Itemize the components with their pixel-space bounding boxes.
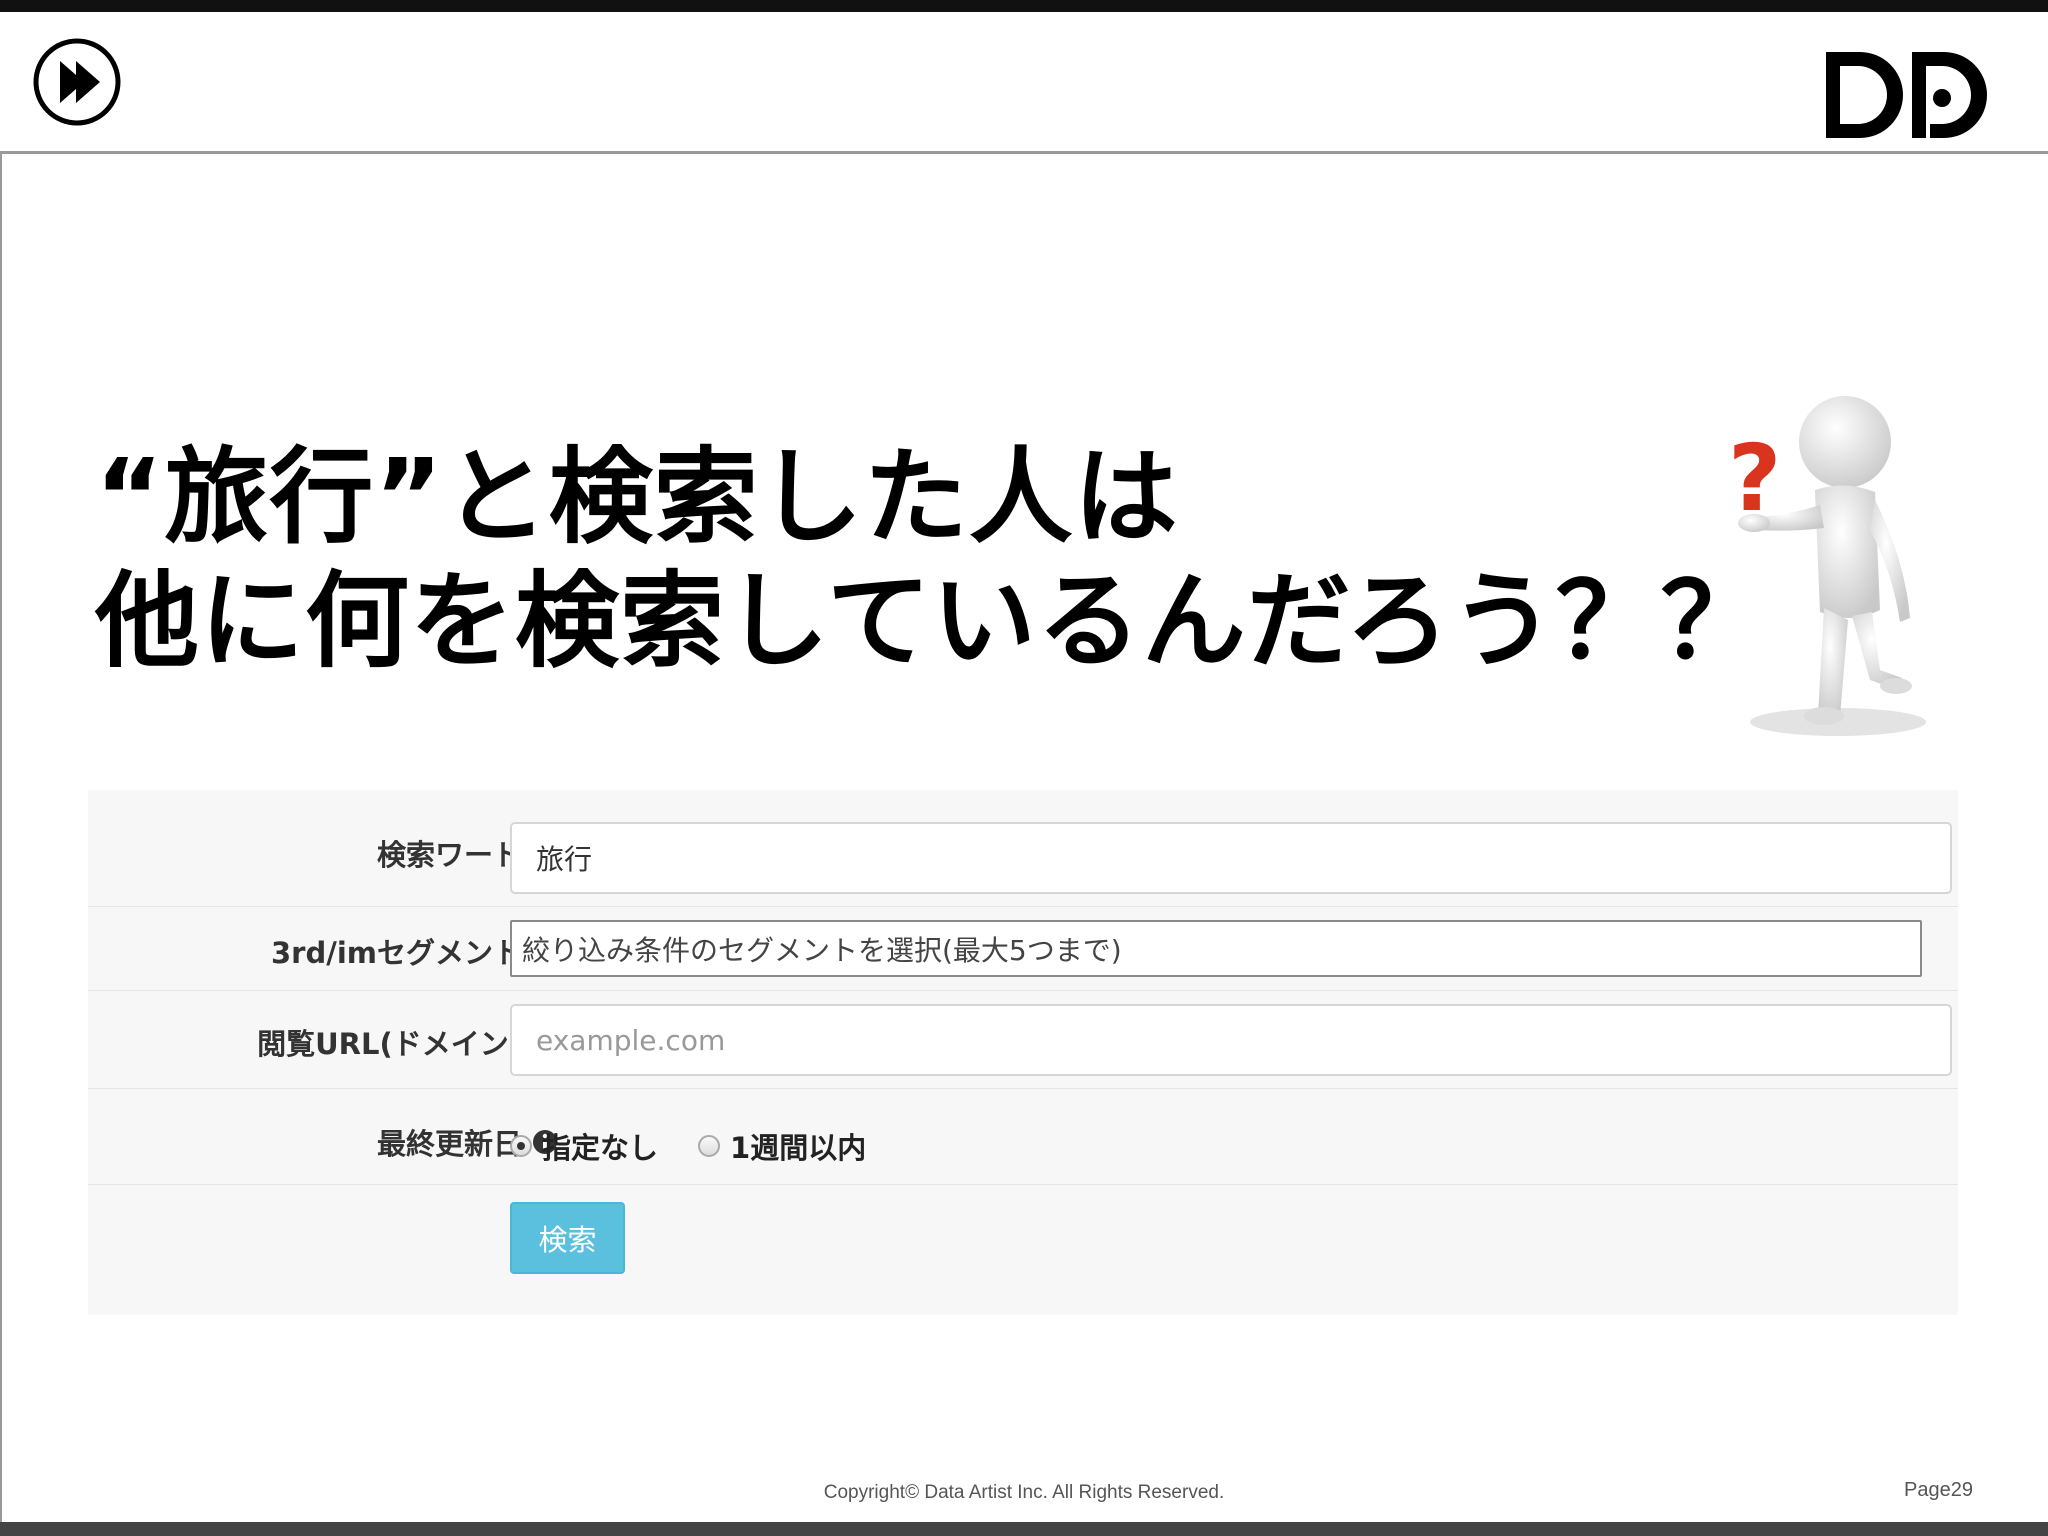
url-row: 閲覧URL(ドメイン) example.com: [88, 991, 1958, 1089]
keyword-input[interactable]: 旅行: [510, 822, 1952, 894]
keyword-label-text: 検索ワード: [376, 838, 522, 872]
segment-select-placeholder: 絞り込み条件のセグメントを選択(最大5つまで): [522, 933, 1122, 967]
headline: “旅行”と検索した人は 他に何を検索しているんだろう？？: [95, 435, 1766, 683]
radio-option-label: 指定なし: [542, 1131, 659, 1165]
updated-label-text: 最終更新日: [376, 1127, 522, 1161]
search-button[interactable]: 検索: [510, 1202, 625, 1274]
radio-option-week[interactable]: 1週間以内: [698, 1125, 866, 1167]
top-border: [0, 0, 2048, 12]
url-label-text: 閲覧URL(ドメイン): [257, 1027, 522, 1061]
segment-row: 3rd/imセグメント 絞り込み条件のセグメントを選択(最大5つまで): [88, 907, 1958, 991]
bottom-border: [0, 1522, 2048, 1536]
figure-with-question-mark-icon: ?: [1728, 396, 1926, 736]
search-form: 検索ワード 旅行 3rd/imセグメント 絞り込み条件のセグメントを選択(最大5…: [88, 790, 1958, 1315]
radio-option-any[interactable]: 指定なし: [510, 1125, 658, 1167]
headline-line-1: “旅行”と検索した人は: [95, 436, 1179, 558]
radio-button[interactable]: [698, 1135, 721, 1157]
url-input[interactable]: example.com: [510, 1004, 1952, 1076]
updated-row: 最終更新日 指定なし 1週間以内: [88, 1089, 1958, 1185]
left-border: [0, 12, 2, 1522]
segment-label-text: 3rd/imセグメント: [271, 936, 522, 970]
play-forward-circle-icon[interactable]: [32, 37, 122, 127]
segment-select[interactable]: 絞り込み条件のセグメントを選択(最大5つまで): [510, 920, 1922, 977]
keyword-input-value: 旅行: [536, 843, 593, 876]
updated-radio-group: 指定なし 1週間以内: [510, 1125, 892, 1167]
dp-logo-icon: [1826, 52, 1987, 138]
keyword-row: 検索ワード 旅行: [88, 790, 1958, 907]
question-mark: ?: [1728, 425, 1781, 532]
copyright: Copyright© Data Artist Inc. All Rights R…: [823, 1482, 1225, 1503]
slide-header: [0, 12, 2048, 154]
headline-line-2: 他に何を検索しているんだろう？？: [95, 560, 1766, 682]
radio-button-checked[interactable]: [510, 1135, 532, 1157]
radio-option-label: 1週間以内: [730, 1131, 867, 1165]
url-input-placeholder: example.com: [536, 1023, 726, 1057]
page-number: Page29: [1904, 1479, 1973, 1501]
